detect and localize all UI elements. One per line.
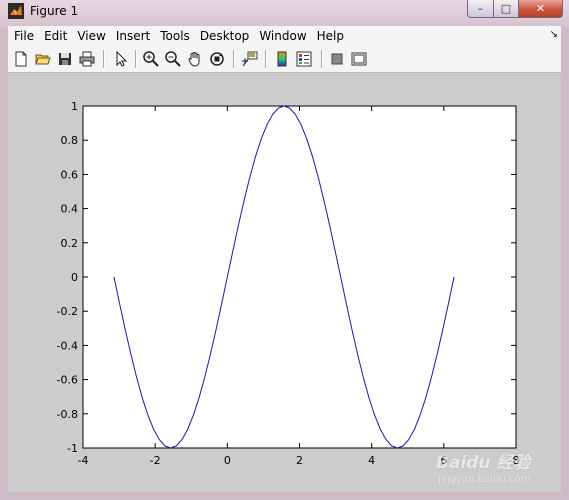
y-tick-label: 0.4 [61,203,79,216]
y-tick-label: -1 [67,442,78,455]
x-tick-label: 4 [368,454,375,467]
y-tick-label: 0.6 [61,168,79,181]
watermark-sub: jingyan.baidu.com [438,474,531,485]
plot-canvas: -4 -2 0 2 4 6 8-1-0.8-0.6-0.4-0.200.20.40.60.8… [57,100,520,467]
figure-window: Figure 1 – □ ✕ File Edit View Insert Too… [0,0,569,500]
y-tick-label: 0 [71,271,78,284]
x-tick-label: -2 [150,454,161,467]
axes-box[interactable] [82,105,517,449]
baidu-watermark: Baidu 经验 jingyan.baidu.com [432,448,542,488]
y-tick-label: -0.8 [57,408,78,421]
x-tick-label: 0 [224,454,231,467]
y-tick-label: -0.4 [57,339,78,352]
y-tick-label: -0.2 [57,305,78,318]
y-tick-label: 1 [71,100,78,113]
x-tick-label: 2 [296,454,303,467]
watermark-main: Baidu 经验 [436,453,531,473]
y-tick-label: 0.2 [61,237,79,250]
y-tick-label: 0.8 [61,134,79,147]
y-tick-label: -0.6 [57,374,78,387]
x-tick-label: -4 [78,454,89,467]
